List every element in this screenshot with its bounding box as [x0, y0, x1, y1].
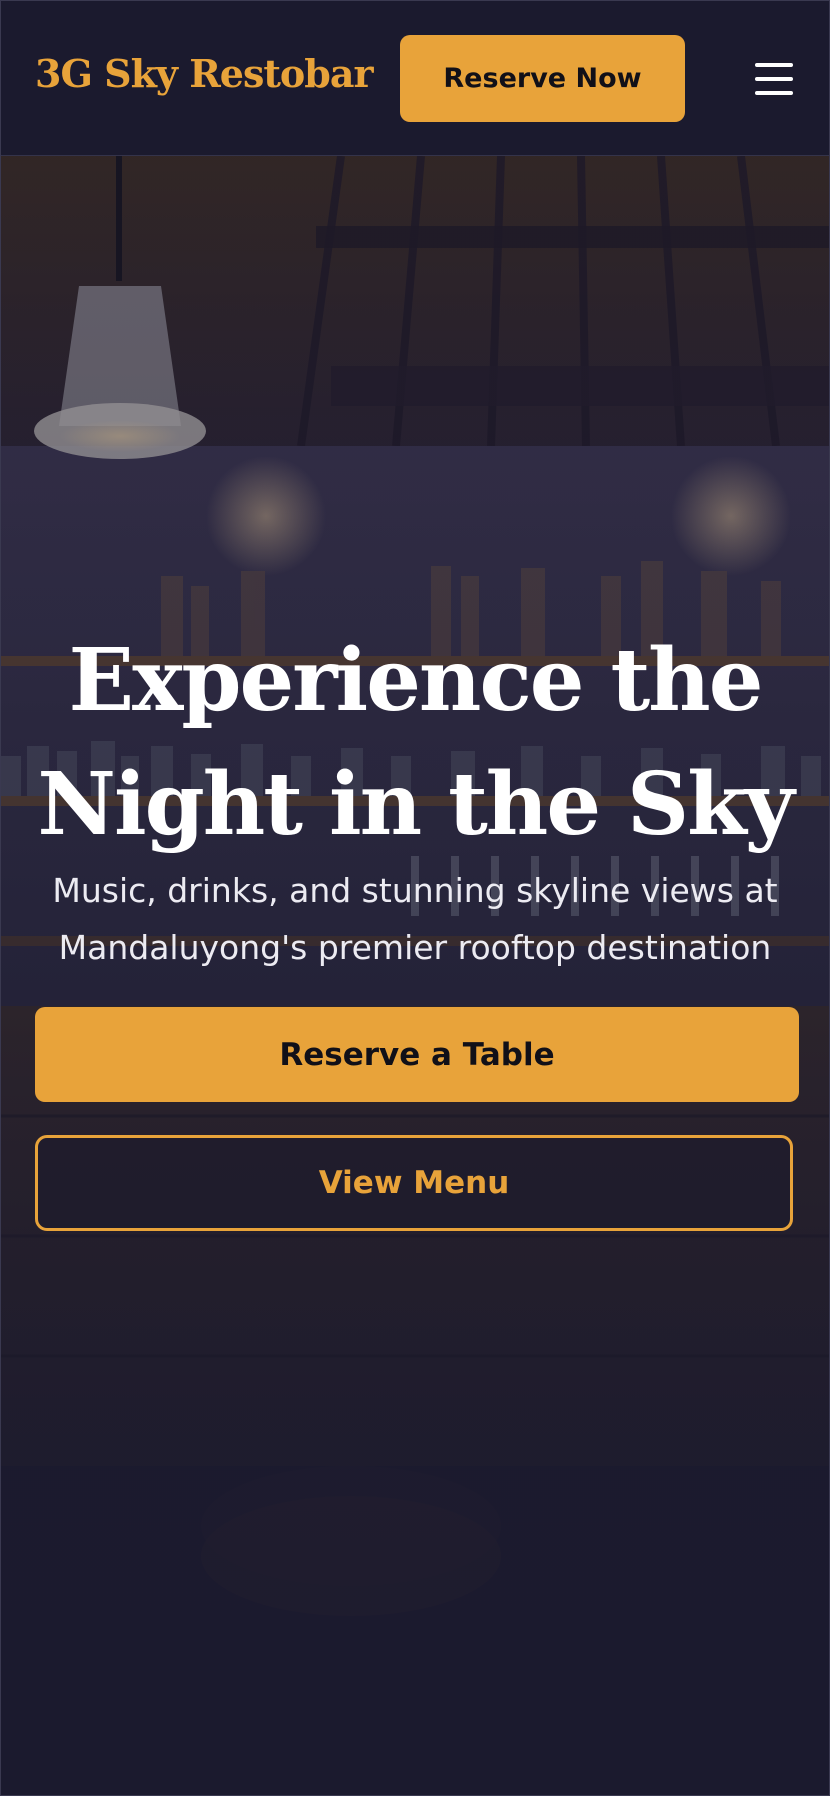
menu-bar-middle [755, 77, 793, 81]
view-menu-button[interactable]: View Menu [35, 1135, 793, 1231]
subheadline-line-2: Mandaluyong's premier rooftop destinatio… [58, 928, 772, 967]
reserve-now-button[interactable]: Reserve Now [400, 35, 685, 122]
hero-dark-overlay [1, 156, 829, 1795]
hero-headline: Experience the Night in the Sky [1, 619, 829, 867]
page-frame: 3G Sky Restobar Reserve Now Experience t… [0, 0, 830, 1796]
hero-section [1, 156, 829, 1795]
menu-bar-top [755, 63, 793, 67]
reserve-table-button[interactable]: Reserve a Table [35, 1007, 799, 1102]
subheadline-line-1: Music, drinks, and stunning skyline view… [52, 871, 778, 910]
headline-line-1: Experience the [68, 629, 764, 731]
hamburger-menu-icon[interactable] [755, 63, 793, 95]
site-header: 3G Sky Restobar Reserve Now [1, 1, 829, 156]
hero-subheadline: Music, drinks, and stunning skyline view… [31, 862, 799, 976]
headline-line-2: Night in the Sky [37, 753, 794, 855]
brand-logo[interactable]: 3G Sky Restobar [35, 51, 373, 96]
menu-bar-bottom [755, 91, 793, 95]
